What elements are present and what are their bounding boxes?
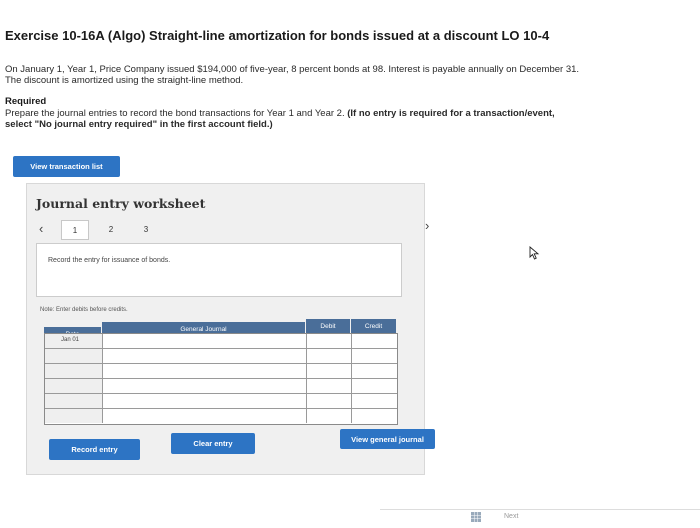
credit-cell[interactable]: [352, 394, 397, 408]
table-row: [45, 409, 397, 423]
prev-chevron-icon[interactable]: ‹: [39, 221, 43, 236]
next-button[interactable]: Next: [504, 513, 518, 520]
credit-cell[interactable]: [352, 349, 397, 363]
footer-divider: [380, 509, 700, 510]
debit-cell[interactable]: [307, 379, 352, 393]
debit-credit-note: Note: Enter debits before credits.: [40, 307, 128, 313]
worksheet-title: Journal entry worksheet: [36, 196, 206, 211]
date-cell[interactable]: [45, 394, 103, 408]
required-text-bold-2: select "No journal entry required" in th…: [5, 119, 273, 130]
entry-instruction-box: [36, 243, 402, 297]
exercise-title: Exercise 10-16A (Algo) Straight-line amo…: [5, 28, 550, 43]
date-cell[interactable]: [45, 409, 103, 423]
entry-instruction: Record the entry for issuance of bonds.: [48, 257, 171, 264]
next-chevron-icon[interactable]: ›: [425, 218, 429, 233]
account-cell[interactable]: [103, 394, 307, 408]
view-transaction-list-button[interactable]: View transaction list: [13, 156, 120, 177]
date-cell[interactable]: [45, 349, 103, 363]
account-cell[interactable]: [103, 334, 307, 348]
date-value: Jan 01: [61, 337, 80, 343]
account-cell[interactable]: [103, 379, 307, 393]
credit-cell[interactable]: [352, 409, 397, 423]
debit-column-header: Debit: [306, 319, 350, 333]
debit-cell[interactable]: [307, 409, 352, 423]
required-heading: Required: [5, 96, 47, 107]
grid-menu-icon[interactable]: [471, 512, 481, 522]
required-instructions: Prepare the journal entries to record th…: [5, 108, 685, 130]
account-cell[interactable]: [103, 364, 307, 378]
table-row: [45, 364, 397, 379]
table-row: [45, 349, 397, 364]
credit-cell[interactable]: [352, 379, 397, 393]
required-text-bold-1: (If no entry is required for a transacti…: [347, 108, 555, 119]
clear-entry-button[interactable]: Clear entry: [171, 433, 255, 454]
table-row: [45, 394, 397, 409]
table-row: [45, 379, 397, 394]
date-cell[interactable]: Jan 01: [45, 334, 103, 348]
mouse-cursor-icon: [529, 246, 540, 260]
credit-cell[interactable]: [352, 334, 397, 348]
credit-cell[interactable]: [352, 364, 397, 378]
date-cell[interactable]: [45, 364, 103, 378]
journal-entry-table: Jan 01: [44, 333, 398, 425]
debit-cell[interactable]: [307, 349, 352, 363]
debit-cell[interactable]: [307, 364, 352, 378]
record-entry-button[interactable]: Record entry: [49, 439, 140, 460]
account-cell[interactable]: [103, 409, 307, 423]
intro-line-1: On January 1, Year 1, Price Company issu…: [5, 64, 580, 75]
account-cell[interactable]: [103, 349, 307, 363]
debit-cell[interactable]: [307, 394, 352, 408]
date-cell[interactable]: [45, 379, 103, 393]
credit-column-header: Credit: [351, 319, 396, 333]
debit-cell[interactable]: [307, 334, 352, 348]
tab-3[interactable]: 3: [133, 220, 159, 238]
tab-1[interactable]: 1: [61, 220, 89, 240]
exercise-intro: On January 1, Year 1, Price Company issu…: [5, 64, 685, 86]
intro-line-2: The discount is amortized using the stra…: [5, 75, 244, 86]
table-row: Jan 01: [45, 334, 397, 349]
tab-2[interactable]: 2: [98, 220, 124, 238]
required-text-plain: Prepare the journal entries to record th…: [5, 108, 348, 119]
view-general-journal-button[interactable]: View general journal: [340, 429, 435, 449]
